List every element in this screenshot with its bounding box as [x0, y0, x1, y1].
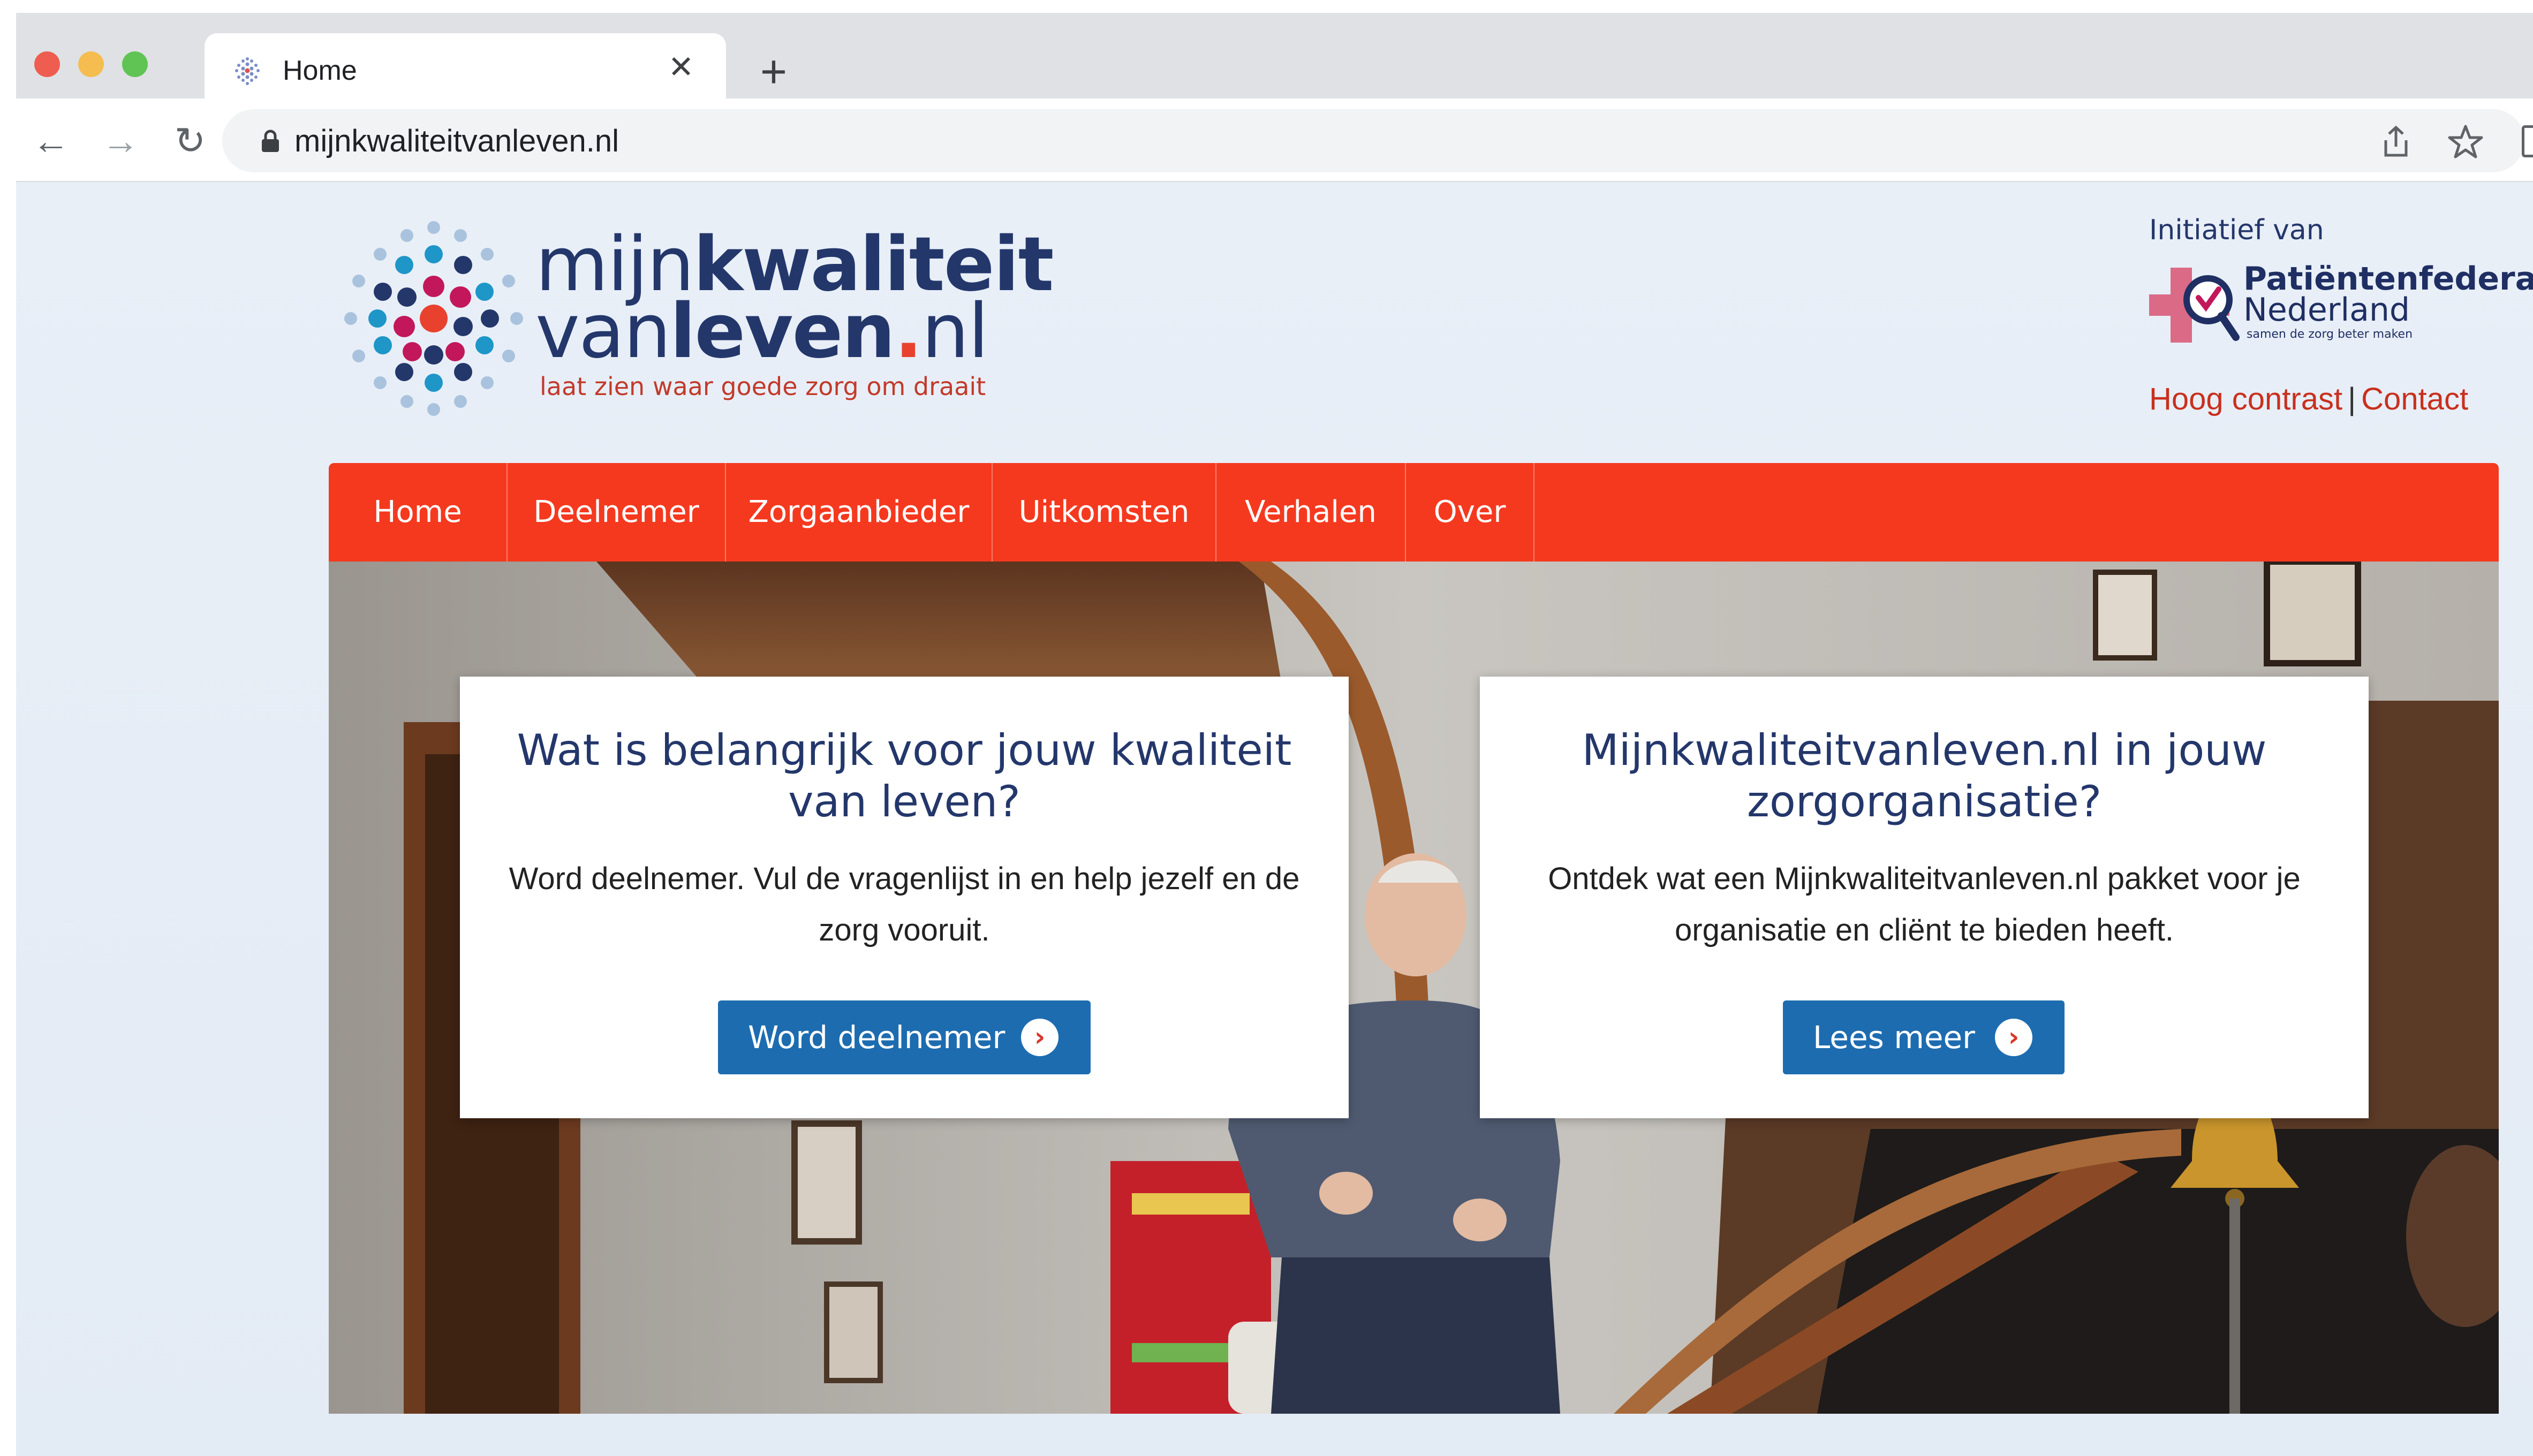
organisation-card: Mijnkwaliteitvanleven.nl in jouw zorgorg…: [1480, 677, 2369, 1118]
back-button[interactable]: ←: [27, 117, 75, 165]
nav-item-over[interactable]: Over: [1406, 463, 1534, 562]
browser-toolbar: ← → ↻ mijnkwaliteitvanleven.nl: [16, 98, 2533, 182]
organisation-card-body: Ontdek wat een Mijnkwaliteitvanleven.nl …: [1548, 861, 2301, 947]
tab-close-icon[interactable]: ✕: [665, 51, 697, 84]
browser-tab-strip: Home ✕ +: [16, 13, 2533, 111]
high-contrast-link[interactable]: Hoog contrast: [2149, 382, 2342, 416]
forward-button[interactable]: →: [96, 117, 145, 165]
chevron-right-icon: ›: [1995, 1019, 2032, 1056]
nav-item-verhalen[interactable]: Verhalen: [1216, 463, 1406, 562]
logo-tagline: laat zien waar goede zorg om draait: [540, 372, 986, 401]
word-deelnemer-label: Word deelnemer: [748, 1019, 1005, 1056]
organisation-card-title: Mijnkwaliteitvanleven.nl in jouw zorgorg…: [1582, 725, 2267, 826]
partner-name-line2[interactable]: Nederland: [2243, 293, 2410, 327]
nav-item-home[interactable]: Home: [329, 463, 508, 562]
utility-links: Hoog contrast | Contact: [2149, 381, 2468, 417]
url-text[interactable]: mijnkwaliteitvanleven.nl: [294, 125, 619, 157]
site-favicon-icon: [235, 57, 260, 85]
lock-icon: [262, 130, 279, 152]
maximize-window-button[interactable]: [122, 51, 148, 77]
reload-button[interactable]: ↻: [166, 117, 214, 165]
hero-banner: Wat is belangrijk voor jouw kwaliteit va…: [329, 562, 2499, 1414]
star-icon[interactable]: [2447, 123, 2484, 161]
word-deelnemer-button[interactable]: Word deelnemer ›: [718, 1000, 1091, 1074]
partner-tagline: samen de zorg beter maken: [2247, 328, 2413, 341]
lees-meer-button[interactable]: Lees meer ›: [1783, 1000, 2065, 1074]
contact-link[interactable]: Contact: [2361, 382, 2468, 416]
share-icon[interactable]: [2377, 123, 2415, 161]
utility-separator: |: [2348, 382, 2356, 416]
patientenfederatie-logo-icon[interactable]: [2149, 262, 2245, 348]
address-bar[interactable]: mijnkwaliteitvanleven.nl: [222, 109, 2524, 172]
new-tab-button[interactable]: +: [752, 49, 795, 95]
tab-title: Home: [283, 55, 357, 86]
mkvl-logo-icon[interactable]: [327, 211, 541, 426]
lees-meer-label: Lees meer: [1813, 1019, 1976, 1056]
nav-item-uitkomsten[interactable]: Uitkomsten: [993, 463, 1216, 562]
nav-item-deelnemer[interactable]: Deelnemer: [508, 463, 726, 562]
participant-card-body: Word deelnemer. Vul de vragenlijst in en…: [509, 861, 1300, 947]
page-content: mijnkwaliteit vanleven.nl laat zien waar…: [16, 182, 2533, 1456]
chevron-right-icon: ›: [1021, 1019, 1058, 1056]
partner-name[interactable]: Patiëntenfederatie: [2243, 262, 2533, 295]
minimize-window-button[interactable]: [78, 51, 104, 77]
close-window-button[interactable]: [34, 51, 60, 77]
participant-card: Wat is belangrijk voor jouw kwaliteit va…: [460, 677, 1349, 1118]
nav-item-zorgaanbieder[interactable]: Zorgaanbieder: [726, 463, 993, 562]
logo-wordmark-line2[interactable]: vanleven.nl: [535, 292, 989, 372]
main-navigation: Home Deelnemer Zorgaanbieder Uitkomsten …: [329, 463, 2499, 562]
side-panel-icon[interactable]: [2522, 125, 2533, 157]
initiative-label: Initiatief van: [2149, 214, 2324, 246]
participant-card-title: Wat is belangrijk voor jouw kwaliteit va…: [517, 725, 1292, 826]
